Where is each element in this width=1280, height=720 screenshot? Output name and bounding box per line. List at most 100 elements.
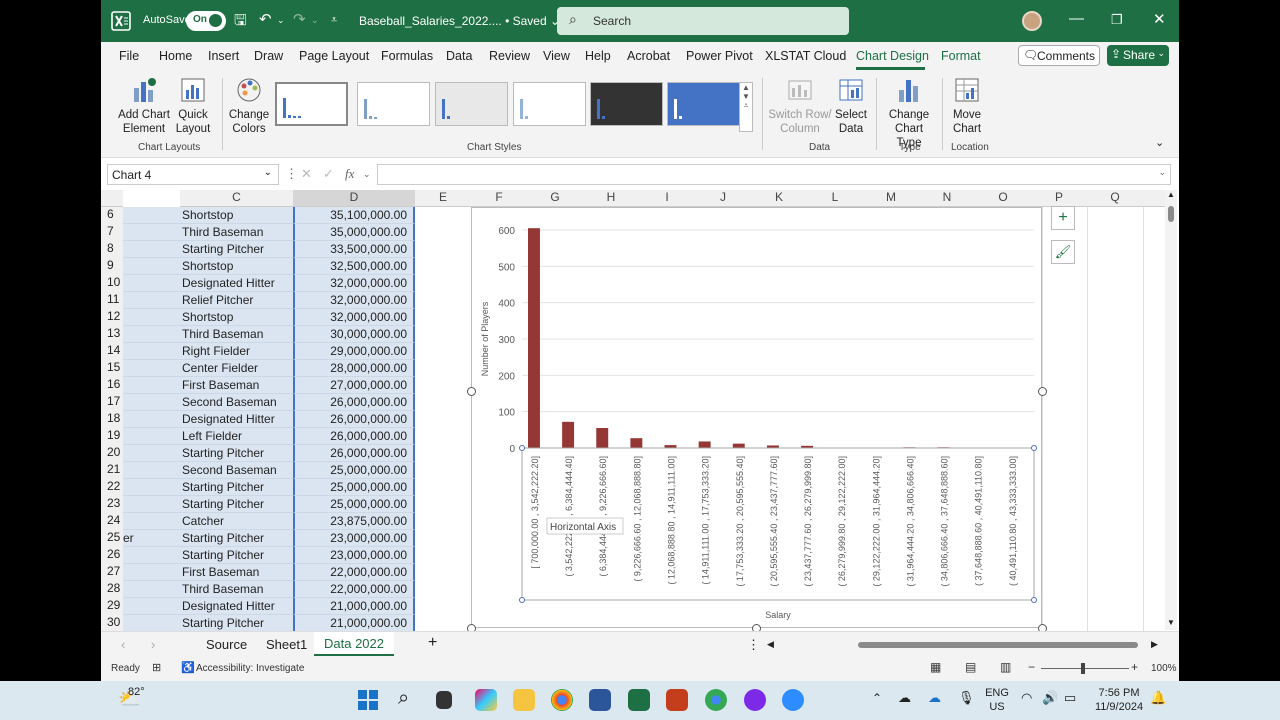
row-header[interactable]: 10 (101, 275, 123, 292)
chart-styles-brush-icon[interactable]: 🖌 (1051, 240, 1075, 264)
cell-salary[interactable]: 32,000,000.00 (293, 275, 415, 292)
row-header[interactable]: 28 (101, 581, 123, 598)
cell-salary[interactable]: 27,000,000.00 (293, 377, 415, 394)
chart-resize-handle-left[interactable] (467, 387, 476, 396)
name-box-dropdown-icon[interactable]: ⌄ (264, 167, 272, 178)
restore-icon[interactable]: ❐ (1111, 12, 1123, 28)
start-icon[interactable] (358, 690, 378, 710)
row-header[interactable]: 15 (101, 360, 123, 377)
add-chart-element-button[interactable]: Add Chart Element (115, 76, 173, 136)
show-hidden-icons-icon[interactable]: ⌃ (872, 691, 882, 705)
language-indicator[interactable]: ENG US (983, 686, 1011, 714)
tab-formulas[interactable]: Formulas (381, 49, 433, 63)
cell-salary[interactable]: 33,500,000.00 (293, 241, 415, 258)
tab-home[interactable]: Home (159, 49, 192, 63)
chart-elements-plus-icon[interactable]: + (1051, 206, 1075, 230)
cell-position[interactable]: Shortstop (123, 309, 293, 326)
change-colors-button[interactable]: Change Colors (227, 76, 271, 136)
row-header[interactable]: 7 (101, 224, 123, 241)
horizontal-scroll-thumb[interactable] (858, 642, 1138, 648)
column-header-l[interactable]: L (807, 190, 863, 207)
save-icon[interactable]: 🖫 (234, 10, 247, 35)
share-button[interactable]: ⇪ Share ⌄ (1107, 45, 1169, 66)
row-header[interactable]: 30 (101, 615, 123, 632)
copilot-icon[interactable] (475, 689, 497, 711)
tab-file[interactable]: File (119, 49, 139, 63)
scroll-down-icon[interactable]: ▼ (1167, 618, 1175, 627)
close-icon[interactable]: ✕ (1153, 10, 1166, 28)
select-data-button[interactable]: Select Data (833, 76, 869, 136)
powerpoint-icon[interactable] (666, 689, 688, 711)
row-header[interactable]: 22 (101, 479, 123, 496)
zoom-slider-thumb[interactable] (1081, 663, 1085, 674)
cell-salary[interactable]: 30,000,000.00 (293, 326, 415, 343)
tab-page-layout[interactable]: Page Layout (299, 49, 369, 63)
column-header-n[interactable]: N (919, 190, 975, 207)
column-header-g[interactable]: G (527, 190, 583, 207)
network-cloud-icon[interactable]: ☁ (898, 690, 911, 706)
formula-input[interactable]: ⌄ (377, 164, 1171, 185)
comments-button[interactable]: 🗨 Comments (1018, 45, 1100, 66)
row-header[interactable]: 21 (101, 462, 123, 479)
customize-qat-icon[interactable]: ⩡ (331, 14, 337, 27)
move-chart-button[interactable]: Move Chart (949, 76, 985, 136)
column-header-e[interactable]: E (415, 190, 471, 207)
tab-format[interactable]: Format (941, 49, 981, 63)
sheet-tab-data-2022[interactable]: Data 2022 (314, 632, 394, 656)
quick-layout-button[interactable]: Quick Layout (173, 76, 213, 136)
row-header[interactable]: 16 (101, 377, 123, 394)
tab-acrobat[interactable]: Acrobat (627, 49, 670, 63)
tab-review[interactable]: Review (489, 49, 530, 63)
canva-icon[interactable] (744, 689, 766, 711)
select-all-corner[interactable] (101, 190, 123, 207)
macro-record-icon[interactable]: ⊞ (152, 661, 161, 674)
undo-icon[interactable]: ↶ (259, 10, 272, 28)
cell-position[interactable]: Third Baseman (123, 581, 293, 598)
search-taskbar-icon[interactable]: ⌕ (398, 687, 409, 710)
cell-position[interactable]: Shortstop (123, 258, 293, 275)
row-header[interactable]: 27 (101, 564, 123, 581)
row-header[interactable]: 20 (101, 445, 123, 462)
cell-position[interactable]: Starting Pitcher (123, 479, 293, 496)
tab-power-pivot[interactable]: Power Pivot (686, 49, 753, 63)
chart-style-1[interactable] (275, 82, 348, 126)
cell-salary[interactable]: 26,000,000.00 (293, 428, 415, 445)
cell-position[interactable]: Third Baseman (123, 326, 293, 343)
chart-style-6[interactable] (667, 82, 740, 126)
cell-position[interactable]: Left Fielder (123, 428, 293, 445)
cell-salary[interactable]: 22,000,000.00 (293, 564, 415, 581)
row-header[interactable]: 29 (101, 598, 123, 615)
scroll-up-icon[interactable]: ▲ (1167, 190, 1175, 199)
cell-salary[interactable]: 26,000,000.00 (293, 411, 415, 428)
row-header[interactable]: 26 (101, 547, 123, 564)
accessibility-status[interactable]: Accessibility: Investigate (196, 663, 304, 674)
column-header-p[interactable]: P (1031, 190, 1087, 207)
zoom-app-icon[interactable] (782, 689, 804, 711)
column-header-k[interactable]: K (751, 190, 807, 207)
vertical-scroll-thumb[interactable] (1168, 206, 1174, 222)
onedrive-icon[interactable]: ☁ (928, 690, 941, 706)
cell-salary[interactable]: 32,000,000.00 (293, 292, 415, 309)
cell-position[interactable]: Starting Pitcher (123, 530, 293, 547)
zoom-level[interactable]: 100% (1151, 663, 1177, 674)
chart-style-5[interactable] (590, 82, 663, 126)
column-header-j[interactable]: J (695, 190, 751, 207)
more-options-icon[interactable]: ⋮ (285, 166, 298, 182)
chart-style-3[interactable] (435, 82, 508, 126)
minimize-icon[interactable]: — (1069, 10, 1084, 27)
cell-salary[interactable]: 25,000,000.00 (293, 462, 415, 479)
cell-position[interactable]: Catcher (123, 513, 293, 530)
row-header[interactable]: 19 (101, 428, 123, 445)
vertical-scrollbar[interactable]: ▲ ▼ (1165, 190, 1177, 630)
row-header[interactable]: 18 (101, 411, 123, 428)
cell-salary[interactable]: 29,000,000.00 (293, 343, 415, 360)
cell-position[interactable]: Shortstop (123, 207, 293, 224)
cell-position[interactable]: Designated Hitter (123, 275, 293, 292)
histogram-chart[interactable]: 0 100 200 300 400 500 600 [ 700,000.00 , 3,542,… (471, 207, 1042, 628)
cell-salary[interactable]: 32,500,000.00 (293, 258, 415, 275)
normal-view-icon[interactable]: ▦ (930, 660, 941, 674)
column-header-m[interactable]: M (863, 190, 919, 207)
cell-salary[interactable]: 35,000,000.00 (293, 224, 415, 241)
row-header[interactable]: 9 (101, 258, 123, 275)
user-avatar[interactable] (1022, 11, 1042, 31)
